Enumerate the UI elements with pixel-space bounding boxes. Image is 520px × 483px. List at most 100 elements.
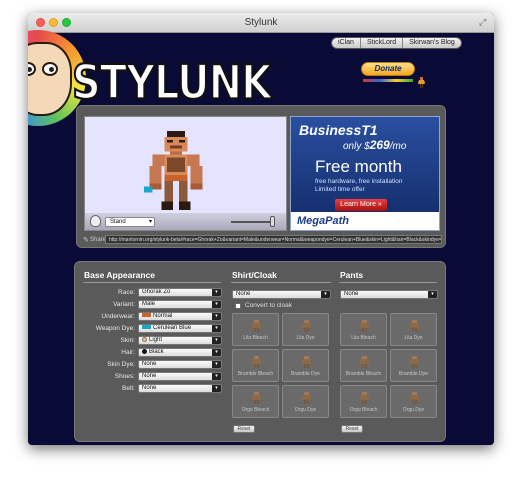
shirt-tile-orgu-dye[interactable]: Orgu Dye xyxy=(282,385,329,418)
variant-select[interactable]: Male ▾ xyxy=(138,300,222,309)
shirt-tile-orgu-bleach[interactable]: Orgu Bleach xyxy=(232,385,279,418)
logo-text: STYLUNK xyxy=(71,55,273,112)
skin-dye-select[interactable]: None ▾ xyxy=(138,360,222,369)
weapon-dye-select[interactable]: Cerulean Blue ▾ xyxy=(138,324,222,333)
mini-character-icon xyxy=(418,77,425,88)
shoes-value: None xyxy=(142,373,157,379)
shirt-cloak-title: Shirt/Cloak xyxy=(232,270,277,280)
pencil-icon: ✎ xyxy=(83,237,89,244)
fullscreen-icon[interactable]: ⤢ xyxy=(479,18,488,27)
app-window: Stylunk ⤢ STYLUNK iClan StickLord Skirwa… xyxy=(28,13,494,445)
tile-label: Lila Dye xyxy=(296,335,315,341)
pants-tile-lila-dye[interactable]: Lila Dye xyxy=(390,313,437,346)
underwear-value: Normal xyxy=(153,313,173,319)
race-select[interactable]: Ghorak Zo ▾ xyxy=(138,288,222,297)
chevron-down-icon: ▾ xyxy=(212,313,221,320)
ad-title: BusinessT1 xyxy=(299,122,378,138)
belt-select[interactable]: None ▾ xyxy=(138,384,222,393)
tile-label: Orgu Dye xyxy=(294,407,317,413)
chevron-down-icon: ▾ xyxy=(212,337,221,344)
skin-dye-label: Skin Dye: xyxy=(107,361,135,368)
chevron-down-icon: ▾ xyxy=(212,385,221,392)
hair-value: Black xyxy=(149,349,164,356)
belt-label: Belt: xyxy=(121,385,135,392)
share-url-field[interactable]: http://mantornin.org/stylunk-beta/#race=… xyxy=(105,235,442,244)
shirt-reset-button[interactable]: Reset xyxy=(233,425,255,433)
chevron-down-icon: ▾ xyxy=(212,325,221,332)
top-nav: iClan StickLord Skirwan's Blog xyxy=(331,37,462,49)
ad-price: only $269/mo xyxy=(343,138,407,152)
window-title: Stylunk xyxy=(244,17,278,28)
shirt-tile-lila-bleach[interactable]: Lila Bleach xyxy=(232,313,279,346)
lightbulb-icon[interactable] xyxy=(90,215,101,227)
chevron-down-icon: ▾ xyxy=(212,373,221,380)
ad-brand: MegaPath xyxy=(291,212,439,230)
pants-swatch-icon xyxy=(410,320,419,332)
tile-label: Orgu Bleach xyxy=(241,407,270,413)
shirt-swatch-icon xyxy=(302,392,311,404)
zoom-slider-track[interactable] xyxy=(231,221,275,223)
pose-select[interactable]: Stand ▾ xyxy=(105,217,155,227)
convert-to-cloak-label: Convert to cloak xyxy=(245,302,292,309)
pants-select[interactable]: None ▾ xyxy=(340,290,438,299)
shirt-select-value: None xyxy=(236,291,251,297)
zoom-slider-handle[interactable] xyxy=(270,216,275,227)
pants-tile-orgu-dye[interactable]: Orgu Dye xyxy=(390,385,437,418)
belt-value: None xyxy=(142,385,157,391)
pants-title: Pants xyxy=(340,270,364,280)
skin-color-dot xyxy=(142,337,147,342)
shirt-tile-lila-dye[interactable]: Lila Dye xyxy=(282,313,329,346)
customization-panel: Base Appearance Race: Ghorak Zo ▾ Variant… xyxy=(74,261,446,442)
skin-label: Skin: xyxy=(120,337,135,344)
convert-to-cloak-checkbox[interactable] xyxy=(235,303,241,309)
underwear-color-swatch xyxy=(142,313,151,318)
advertisement[interactable]: BusinessT1 only $269/mo Free month free … xyxy=(290,116,440,231)
underwear-select[interactable]: Normal ▾ xyxy=(138,312,222,321)
ad-headline: Free month xyxy=(315,157,402,176)
shirt-swatch-icon xyxy=(302,320,311,332)
character-preview: Stand ▾ xyxy=(84,116,287,231)
preview-panel: Stand ▾ BusinessT1 only $269/mo Free mon… xyxy=(76,105,446,248)
tile-label: Orgu Bleach xyxy=(349,407,378,413)
tile-label: Bramble Dye xyxy=(399,371,428,377)
pants-tile-orgu-bleach[interactable]: Orgu Bleach xyxy=(340,385,387,418)
pants-divider xyxy=(339,282,437,283)
mascot-eye-left-icon xyxy=(28,62,36,76)
shirt-swatch-icon xyxy=(252,320,261,332)
donate-button[interactable]: Donate xyxy=(361,62,415,76)
tile-label: Bramble Bleach xyxy=(237,371,274,377)
hair-label: Hair: xyxy=(121,349,135,356)
underwear-label: Underwear: xyxy=(101,313,135,320)
pants-tile-bramble-dye[interactable]: Bramble Dye xyxy=(390,349,437,382)
ad-subtext: free hardware, free installation Limited … xyxy=(315,178,403,193)
pants-reset-button[interactable]: Reset xyxy=(341,425,363,433)
tile-label: Orgu Dye xyxy=(402,407,425,413)
pose-select-value: Stand xyxy=(110,219,126,225)
hair-color-dot xyxy=(142,349,147,354)
pants-tile-bramble-bleach[interactable]: Bramble Bleach xyxy=(340,349,387,382)
weapon-dye-value: Cerulean Blue xyxy=(153,325,192,331)
shoes-label: Shoes: xyxy=(114,373,135,380)
ad-learn-more-button[interactable]: Learn More » xyxy=(335,199,387,211)
shoes-select[interactable]: None ▾ xyxy=(138,372,222,381)
skin-dye-value: None xyxy=(142,361,157,367)
chevron-down-icon: ▾ xyxy=(212,301,221,308)
hair-select[interactable]: Black ▾ xyxy=(138,348,222,357)
chevron-down-icon: ▾ xyxy=(212,289,221,296)
pants-swatch-icon xyxy=(360,356,369,368)
nav-link-blog[interactable]: Skirwan's Blog xyxy=(403,38,461,48)
nav-link-iclan[interactable]: iClan xyxy=(332,38,361,48)
pants-select-value: None xyxy=(344,291,359,297)
nav-link-sticklord[interactable]: StickLord xyxy=(361,38,404,48)
race-value: Ghorak Zo xyxy=(142,289,171,295)
pants-tile-lila-bleach[interactable]: Lila Bleach xyxy=(340,313,387,346)
shirt-tile-bramble-bleach[interactable]: Bramble Bleach xyxy=(232,349,279,382)
shirt-tile-bramble-dye[interactable]: Bramble Dye xyxy=(282,349,329,382)
pants-swatch-icon xyxy=(410,356,419,368)
variant-value: Male xyxy=(142,301,156,307)
payment-cards-icon xyxy=(363,79,413,82)
shirt-swatch-icon xyxy=(252,392,261,404)
shirt-select[interactable]: None ▾ xyxy=(232,290,331,299)
tile-label: Lila Bleach xyxy=(243,335,268,341)
skin-select[interactable]: Light ▾ xyxy=(138,336,222,345)
